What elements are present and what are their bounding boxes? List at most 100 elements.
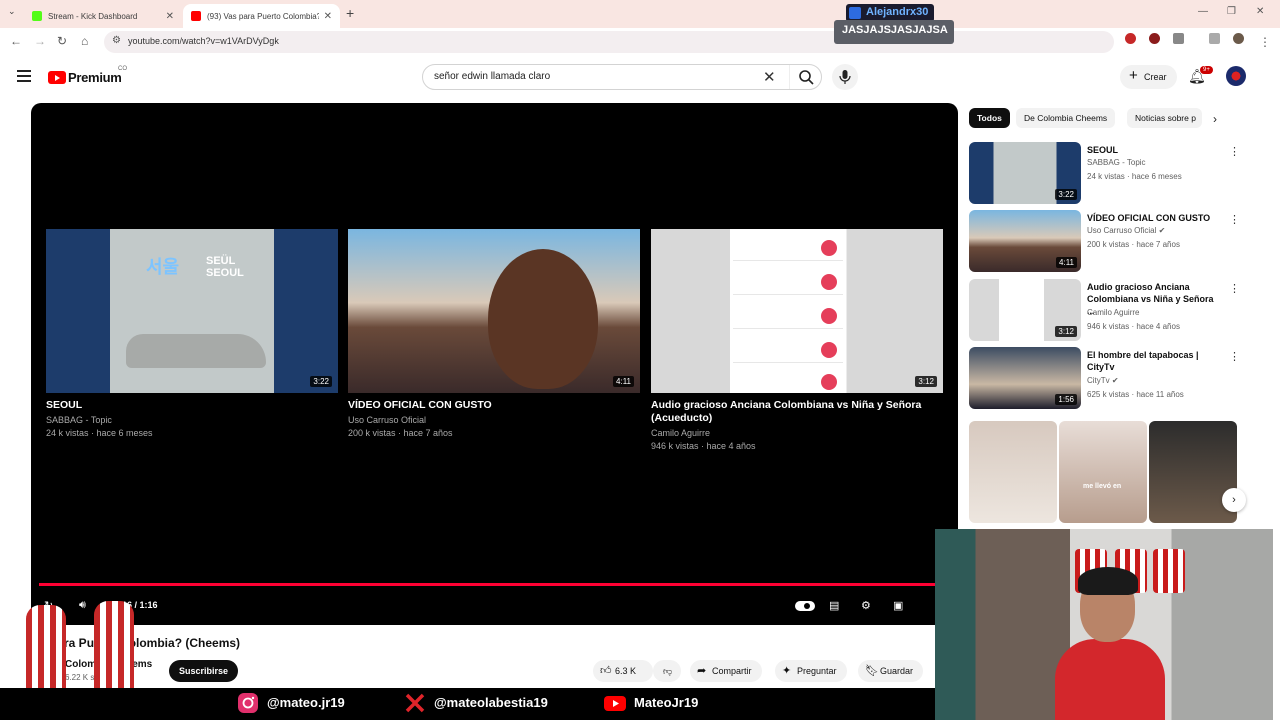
recommendation-thumbnail[interactable]: 3:12 (969, 279, 1081, 341)
duration-badge: 3:22 (310, 376, 332, 387)
chip-channel[interactable]: De Colombia Cheems (1016, 108, 1116, 128)
reload-icon[interactable]: ↻ (57, 34, 67, 48)
new-tab-icon[interactable]: + (346, 5, 354, 21)
forward-icon[interactable]: → (34, 34, 46, 48)
youtube-icon (604, 696, 626, 711)
url-field[interactable]: ⚙ youtube.com/watch?v=w1VArDVyDgk (104, 31, 1114, 53)
endcard-video[interactable]: 3:12 Audio gracioso Anciana Colombiana v… (651, 229, 943, 451)
recommendation-title[interactable]: SEOUL (1087, 144, 1222, 156)
video-player[interactable]: 서울 SEÜL SEOUL 3:22 SEOUL SABBAG - Topic … (31, 103, 958, 625)
miniplayer-icon[interactable]: ▣ (893, 599, 903, 612)
shorts-shelf: me llevó en (969, 421, 1237, 523)
recommendation-channel[interactable]: CityTv ✔ (1087, 376, 1119, 385)
menu-icon[interactable] (17, 70, 31, 85)
chevron-right-icon[interactable]: › (1213, 112, 1217, 126)
clear-search-icon[interactable]: ✕ (763, 68, 776, 86)
close-tab-icon[interactable]: ✕ (324, 11, 332, 22)
short-thumbnail[interactable] (969, 421, 1057, 523)
recommendation-title[interactable]: El hombre del tapabocas | CityTv (1087, 349, 1222, 373)
tab-youtube-video[interactable]: (93) Vas para Puerto Colombia? (Chee ✕ (183, 4, 340, 28)
create-label: Crear (1144, 72, 1167, 82)
close-window-icon[interactable]: ✕ (1256, 6, 1264, 17)
recommendation-thumbnail[interactable]: 1:56 (969, 347, 1081, 409)
search-box[interactable]: señor edwin llamada claro ✕ (422, 64, 822, 90)
microphone-icon (839, 70, 851, 84)
restore-icon[interactable]: ❐ (1227, 6, 1236, 17)
endcard-video[interactable]: 4:11 VÍDEO OFICIAL CON GUSTO Uso Carruso… (348, 229, 640, 438)
avatar[interactable] (1226, 66, 1246, 86)
kick-favicon-icon (32, 11, 42, 21)
endcard-channel[interactable]: SABBAG - Topic (46, 415, 338, 425)
extension-icon[interactable] (1149, 33, 1160, 44)
chat-username: Alejandrx30 (866, 6, 929, 18)
save-button[interactable]: 🔖︎ Guardar (858, 660, 924, 682)
tab-kick-dashboard[interactable]: Stream - Kick Dashboard ✕ (24, 4, 182, 28)
endcard-title[interactable]: SEOUL (46, 399, 338, 412)
settings-gear-icon[interactable]: ⚙ (861, 599, 871, 612)
close-tab-icon[interactable]: ✕ (166, 11, 174, 22)
search-button[interactable] (789, 65, 822, 89)
streamer-shirt (1055, 639, 1165, 720)
social-links-bar: @mateo.jr19 @mateolabestia19 MateoJr19 (0, 688, 935, 720)
short-thumbnail[interactable]: me llevó en (1059, 421, 1147, 523)
more-options-icon[interactable]: ⋮ (1229, 145, 1240, 158)
recommendation-title[interactable]: VÍDEO OFICIAL CON GUSTO (1087, 212, 1222, 224)
youtube-logo[interactable]: Premium (48, 70, 122, 85)
back-icon[interactable]: ← (10, 34, 22, 48)
site-info-icon[interactable]: ⚙ (112, 35, 121, 46)
like-button[interactable]: 👍︎ 6.3 K (593, 660, 653, 682)
webcam-feed (935, 529, 1273, 720)
extension-icon[interactable] (1125, 33, 1136, 44)
endcard-channel[interactable]: Uso Carruso Oficial (348, 415, 640, 425)
endcard-title[interactable]: Audio gracioso Anciana Colombiana vs Niñ… (651, 399, 943, 425)
recommendation-thumbnail[interactable]: 3:22 (969, 142, 1081, 204)
more-options-icon[interactable]: ⋮ (1229, 282, 1240, 295)
chat-badge-icon (849, 7, 861, 19)
profile-icon[interactable] (1233, 33, 1244, 44)
endcard-thumbnail[interactable]: 3:12 (651, 229, 943, 393)
share-button[interactable]: ➦ Compartir (690, 660, 762, 682)
recommendation-meta: 24 k vistas · hace 6 meses (1087, 172, 1182, 181)
notification-count-badge: 9+ (1200, 66, 1213, 74)
autoplay-toggle[interactable] (795, 601, 815, 611)
more-options-icon[interactable]: ⋮ (1229, 213, 1240, 226)
recommendation-item[interactable]: 4:11 VÍDEO OFICIAL CON GUSTO Uso Carruso… (969, 210, 1240, 272)
endcard-channel[interactable]: Camilo Aguirre (651, 428, 943, 438)
endcard-thumbnail[interactable]: 4:11 (348, 229, 640, 393)
subscribe-button[interactable]: Suscribirse (169, 660, 239, 682)
dislike-button[interactable]: 👎︎ (653, 660, 681, 682)
tab-search-icon[interactable] (1209, 33, 1220, 44)
ask-button[interactable]: ✦ Preguntar (775, 660, 847, 682)
player-figure (94, 601, 134, 701)
recommendation-item[interactable]: 3:12 Audio gracioso Anciana Colombiana v… (969, 279, 1240, 341)
recommendation-item[interactable]: 3:22 SEOUL SABBAG - Topic 24 k vistas · … (969, 142, 1240, 204)
browser-menu-icon[interactable]: ⋮ (1259, 35, 1271, 49)
url-text: youtube.com/watch?v=w1VArDVyDgk (128, 36, 279, 46)
subtitles-icon[interactable]: ▤ (829, 599, 839, 612)
home-icon[interactable]: ⌂ (81, 34, 88, 48)
chat-message-text: JASJAJSJASJAJSA (842, 24, 948, 36)
search-input[interactable]: señor edwin llamada claro (434, 71, 550, 82)
recommendation-channel[interactable]: Camilo Aguirre (1087, 308, 1139, 317)
duration-badge: 4:11 (613, 376, 634, 387)
recommendation-channel[interactable]: SABBAG - Topic (1087, 158, 1146, 167)
minimize-icon[interactable]: — (1198, 6, 1208, 17)
more-options-icon[interactable]: ⋮ (1229, 350, 1240, 363)
extensions-puzzle-icon[interactable] (1173, 33, 1184, 44)
endcard-thumbnail[interactable]: 서울 SEÜL SEOUL 3:22 (46, 229, 338, 393)
recommendation-thumbnail[interactable]: 4:11 (969, 210, 1081, 272)
tab-search-chevron-icon[interactable]: ⌄ (8, 6, 16, 17)
endcard-video[interactable]: 서울 SEÜL SEOUL 3:22 SEOUL SABBAG - Topic … (46, 229, 338, 438)
chip-news[interactable]: Noticias sobre p (1127, 108, 1202, 128)
chip-all[interactable]: Todos (969, 108, 1010, 128)
endcard-title[interactable]: VÍDEO OFICIAL CON GUSTO (348, 399, 640, 412)
voice-search-button[interactable] (832, 64, 858, 90)
recommendation-item[interactable]: 1:56 El hombre del tapabocas | CityTv Ci… (969, 347, 1240, 409)
car-image (126, 334, 266, 368)
shorts-next-icon[interactable]: › (1222, 488, 1246, 512)
progress-bar[interactable] (39, 583, 935, 586)
create-button[interactable]: Crear (1120, 64, 1177, 89)
recommendation-channel[interactable]: Uso Carruso Oficial ✔ (1087, 226, 1165, 235)
region-code: CO (118, 66, 127, 72)
ask-label: Preguntar (797, 666, 837, 676)
